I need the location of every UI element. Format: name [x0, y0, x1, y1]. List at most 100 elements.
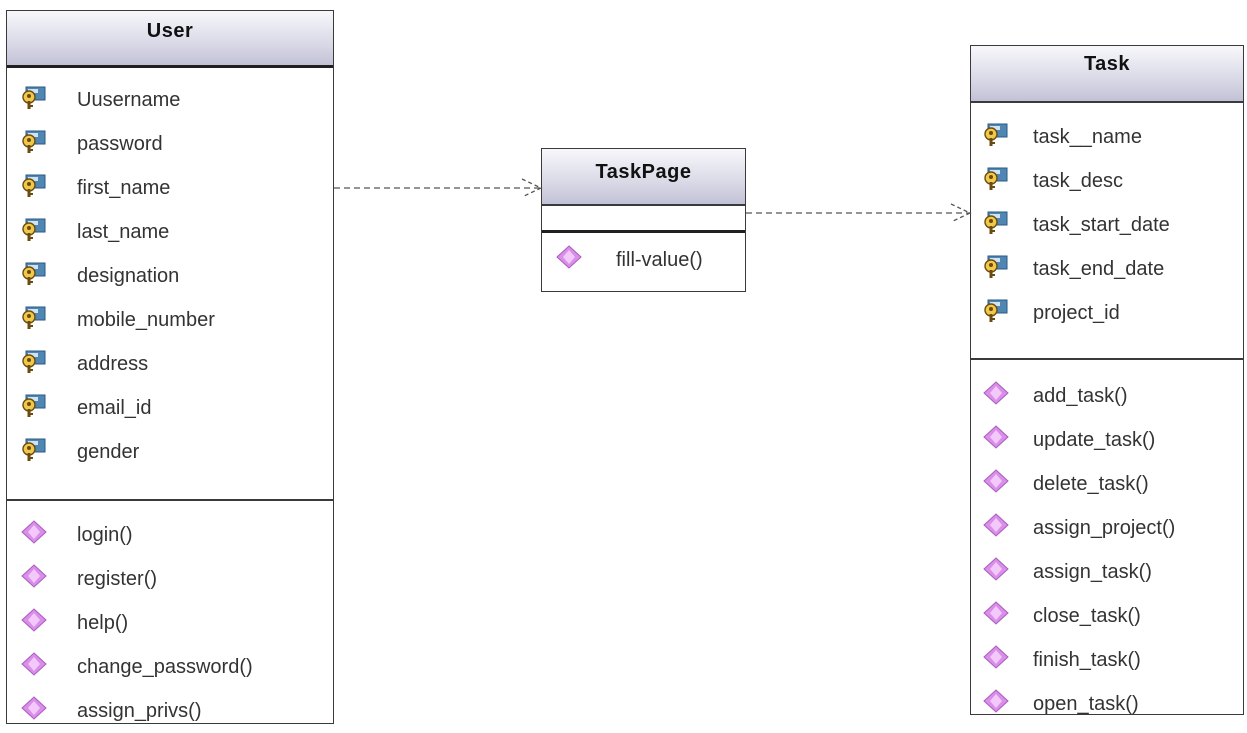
attribute-row: gender [7, 430, 333, 474]
operation-label: open_task() [1033, 692, 1139, 715]
attribute-label: task__name [1033, 125, 1142, 148]
attribute-row: task__name [971, 115, 1243, 159]
operation-label: assign_project() [1033, 516, 1176, 539]
operation-diamond-icon [983, 512, 1009, 544]
taskpage-operations: fill-value() [542, 233, 745, 279]
operation-row: login() [7, 513, 333, 557]
attribute-label: address [77, 352, 149, 375]
operation-row: assign_project() [971, 506, 1243, 550]
taskpage-class[interactable]: TaskPage fill-value() [541, 148, 746, 292]
attribute-label: mobile_number [77, 308, 215, 331]
attribute-label: Uusername [77, 88, 181, 111]
operation-diamond-icon [983, 600, 1009, 632]
operation-label: help() [77, 611, 129, 634]
attribute-key-icon [21, 216, 47, 248]
attribute-row: last_name [7, 210, 333, 254]
operation-label: delete_task() [1033, 472, 1149, 495]
attribute-label: password [77, 132, 163, 155]
operation-row: delete_task() [971, 462, 1243, 506]
attribute-key-icon [983, 209, 1009, 241]
operation-row: finish_task() [971, 638, 1243, 682]
task-operations: add_task() update_task() delete_task() a… [971, 360, 1243, 726]
operation-diamond-icon [983, 644, 1009, 676]
operation-label: add_task() [1033, 384, 1128, 407]
attribute-row: password [7, 122, 333, 166]
operation-label: login() [77, 523, 133, 546]
operation-label: register() [77, 567, 158, 590]
operation-label: change_password() [77, 655, 253, 678]
operation-diamond-icon [983, 688, 1009, 720]
attribute-key-icon [21, 172, 47, 204]
operation-label: assign_task() [1033, 560, 1152, 583]
operation-row: open_task() [971, 682, 1243, 726]
attribute-label: task_desc [1033, 169, 1124, 192]
attribute-key-icon [983, 253, 1009, 285]
operation-diamond-icon [21, 607, 47, 639]
dependency-taskpage-task [746, 203, 972, 223]
operation-row: close_task() [971, 594, 1243, 638]
operation-diamond-icon [21, 563, 47, 595]
attribute-label: designation [77, 264, 180, 287]
taskpage-class-header: TaskPage [542, 149, 745, 206]
attribute-row: Uusername [7, 78, 333, 122]
attribute-row: mobile_number [7, 298, 333, 342]
operation-row: update_task() [971, 418, 1243, 462]
attribute-key-icon [983, 297, 1009, 329]
attribute-label: first_name [77, 176, 171, 199]
attribute-label: email_id [77, 396, 152, 419]
attribute-row: task_desc [971, 159, 1243, 203]
operation-diamond-icon [21, 651, 47, 683]
task-class-header: Task [971, 46, 1243, 103]
attribute-key-icon [983, 165, 1009, 197]
user-class-name: User [146, 20, 194, 42]
operation-row: register() [7, 557, 333, 601]
user-class[interactable]: User Uusername password first_name last_… [6, 10, 334, 724]
operation-row: fill-value() [542, 241, 745, 279]
operation-diamond-icon [21, 519, 47, 551]
attribute-key-icon [21, 304, 47, 336]
operation-row: assign_privs() [7, 689, 333, 733]
attribute-label: last_name [77, 220, 170, 243]
operation-row: add_task() [971, 374, 1243, 418]
attribute-key-icon [21, 348, 47, 380]
attribute-label: gender [77, 440, 140, 463]
attribute-row: project_id [971, 291, 1243, 335]
attribute-row: task_start_date [971, 203, 1243, 247]
attribute-key-icon [21, 84, 47, 116]
operation-diamond-icon [983, 424, 1009, 456]
attribute-key-icon [21, 436, 47, 468]
attribute-row: task_end_date [971, 247, 1243, 291]
attribute-row: address [7, 342, 333, 386]
operation-row: help() [7, 601, 333, 645]
attribute-row: email_id [7, 386, 333, 430]
operation-diamond-icon [983, 380, 1009, 412]
operation-label: update_task() [1033, 428, 1156, 451]
attribute-label: task_start_date [1033, 213, 1170, 236]
attribute-label: project_id [1033, 301, 1120, 324]
attribute-key-icon [983, 121, 1009, 153]
operation-row: change_password() [7, 645, 333, 689]
user-operations: login() register() help() change_passwor… [7, 501, 333, 733]
dependency-user-taskpage [334, 178, 543, 198]
task-class[interactable]: Task task__name task_desc task_start_dat… [970, 45, 1244, 715]
task-class-name: Task [1083, 53, 1131, 75]
task-attributes: task__name task_desc task_start_date tas… [971, 115, 1243, 360]
operation-diamond-icon [21, 695, 47, 727]
operation-label: finish_task() [1033, 648, 1141, 671]
attribute-row: designation [7, 254, 333, 298]
attribute-row: first_name [7, 166, 333, 210]
attribute-label: task_end_date [1033, 257, 1165, 280]
operation-label: close_task() [1033, 604, 1141, 627]
taskpage-class-name: TaskPage [595, 161, 692, 183]
operation-row: assign_task() [971, 550, 1243, 594]
operation-diamond-icon [983, 468, 1009, 500]
taskpage-attributes [542, 206, 745, 233]
operation-label: fill-value() [616, 248, 703, 271]
operation-diamond-icon [983, 556, 1009, 588]
operation-label: assign_privs() [77, 699, 202, 722]
operation-diamond-icon [556, 244, 582, 276]
user-attributes: Uusername password first_name last_name … [7, 78, 333, 501]
attribute-key-icon [21, 392, 47, 424]
attribute-key-icon [21, 260, 47, 292]
user-class-header: User [7, 11, 333, 68]
